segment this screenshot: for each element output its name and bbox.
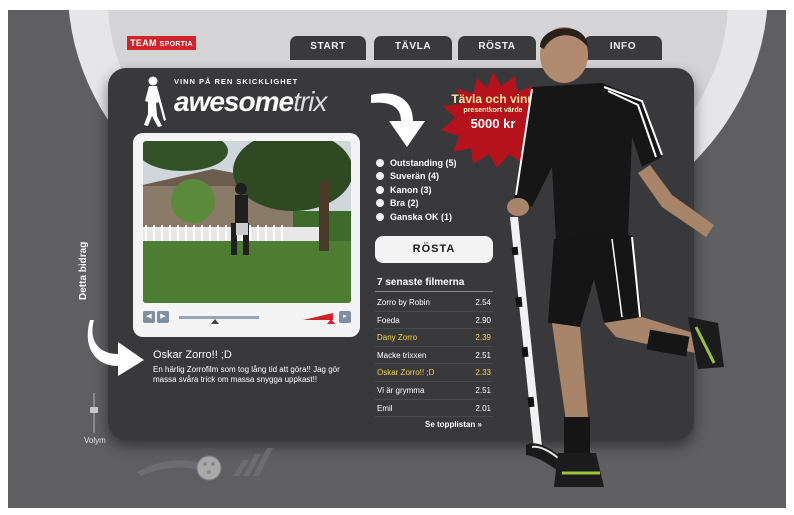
rating-label: Bra (2) <box>390 198 419 209</box>
awesometrix-logo: VINN PÅ REN SKICKLIGHET awesometrix <box>132 70 352 130</box>
play-icon[interactable]: ▶ <box>157 311 169 323</box>
rating-option-4[interactable]: Suverän (4) <box>376 170 457 184</box>
film-score: 2.51 <box>475 385 491 395</box>
team-sportia-logo[interactable]: TEAM SPORTIA <box>127 36 196 50</box>
current-entry-label: Detta bidrag <box>78 241 89 300</box>
tab-start[interactable]: START <box>290 36 366 60</box>
fullscreen-icon[interactable]: ▸ <box>339 311 351 323</box>
list-item[interactable]: Vi är grymma 2.51 <box>375 382 493 400</box>
radio-icon[interactable] <box>376 172 384 181</box>
tab-label: TÄVLA <box>394 41 432 52</box>
rating-option-1[interactable]: Ganska OK (1) <box>376 210 457 224</box>
video-frame-image <box>143 141 351 303</box>
video-player[interactable]: ◀ ▶ ▸ <box>133 133 360 337</box>
film-name: Dany Zorro <box>377 333 418 343</box>
player-silhouette-icon <box>144 76 166 127</box>
rating-label: Kanon (3) <box>390 184 432 195</box>
brand-tagline: VINN PÅ REN SKICKLIGHET <box>174 77 299 86</box>
list-item[interactable]: Macke trixxen 2.51 <box>375 347 493 365</box>
video-controls: ◀ ▶ ▸ <box>143 311 351 325</box>
player-photo <box>507 27 724 487</box>
divider <box>375 291 493 292</box>
rating-label: Ganska OK (1) <box>390 211 453 222</box>
film-score: 2.54 <box>475 298 491 307</box>
logo-text-sub: SPORTIA <box>159 41 193 48</box>
volume-handle[interactable] <box>327 319 335 324</box>
film-score: 2.39 <box>475 333 491 343</box>
film-score: 2.51 <box>475 350 491 360</box>
radio-icon[interactable] <box>376 199 384 208</box>
recent-films-title: 7 senaste filmerna <box>377 277 465 288</box>
radio-icon[interactable] <box>376 158 384 167</box>
logo-text-main: TEAM <box>130 38 157 48</box>
rating-label: Suverän (4) <box>390 171 440 182</box>
curved-arrow-right-icon <box>87 320 144 376</box>
brand-name-light: trix <box>293 86 327 117</box>
toplist-link[interactable]: Se topplistan » <box>425 420 482 429</box>
brand-name: awesometrix <box>174 86 327 118</box>
rating-option-2[interactable]: Bra (2) <box>376 197 457 211</box>
film-name: Zorro by Robin <box>377 298 430 307</box>
radio-icon[interactable] <box>376 212 384 221</box>
video-screen[interactable] <box>143 141 351 303</box>
radio-icon[interactable] <box>376 185 384 194</box>
film-name: Vi är grymma <box>377 385 425 395</box>
film-score: 2.01 <box>475 403 491 413</box>
list-item[interactable]: Dany Zorro 2.39 <box>375 329 493 347</box>
volume-knob[interactable] <box>90 407 98 413</box>
film-name: Foeda <box>377 315 400 325</box>
list-item[interactable]: Emil 2.01 <box>375 400 493 418</box>
film-score: 2.33 <box>475 368 491 378</box>
tab-label: START <box>310 41 346 52</box>
film-name: Macke trixxen <box>377 350 427 360</box>
film-score: 2.90 <box>475 315 491 325</box>
volume-rail <box>93 393 95 433</box>
rating-label: Outstanding (5) <box>390 157 457 168</box>
brand-name-bold: awesome <box>174 86 294 117</box>
volume-label: Volym <box>84 436 106 445</box>
list-item[interactable]: Oskar Zorro!! ;D 2.33 <box>375 364 493 382</box>
recent-films-list: Zorro by Robin 2.54 Foeda 2.90 Dany Zorro 2… <box>375 294 493 418</box>
clip-title: Oskar Zorro!! ;D <box>153 349 232 361</box>
sponsor-logos <box>137 448 273 481</box>
vote-button[interactable]: RÖSTA <box>375 236 493 263</box>
list-item[interactable]: Foeda 2.90 <box>375 312 493 330</box>
rating-options: Outstanding (5) Suverän (4) Kanon (3) Br… <box>376 156 457 224</box>
film-name: Emil <box>377 403 393 413</box>
film-name: Oskar Zorro!! ;D <box>377 368 435 378</box>
rating-option-5[interactable]: Outstanding (5) <box>376 156 457 170</box>
clip-description: En härlig Zorrofilm som tog lång tid att… <box>153 365 340 384</box>
rating-option-3[interactable]: Kanon (3) <box>376 183 457 197</box>
volume-slider[interactable] <box>90 393 98 433</box>
tab-tavla[interactable]: TÄVLA <box>374 36 452 60</box>
progress-bar[interactable] <box>179 316 259 319</box>
list-item[interactable]: Zorro by Robin 2.54 <box>375 294 493 312</box>
curved-arrow-down-icon <box>371 93 425 147</box>
progress-handle[interactable] <box>211 319 219 324</box>
